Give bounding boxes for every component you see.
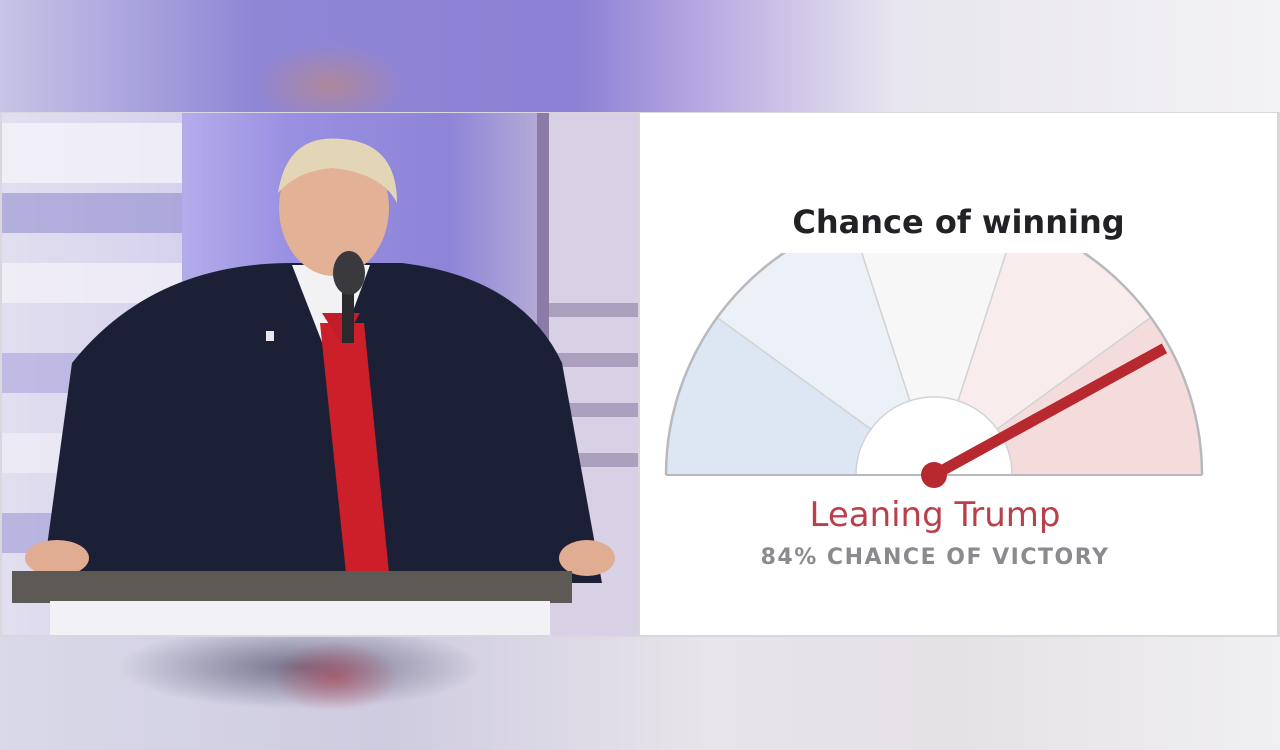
blurred-background-top [0,0,1280,112]
chart-title: Chance of winning [792,203,1125,241]
gauge-chart-panel: Chance of winning Leaning Trump 84% CHAN… [640,113,1277,635]
speaker-photo [2,113,638,635]
gauge-needle-hub [921,462,947,488]
lean-label: Leaning Trump [809,495,1061,535]
probability-label: 84% CHANCE OF VICTORY [760,545,1110,570]
gauge-chart [664,253,1204,488]
blurred-background-bottom [0,637,1280,750]
